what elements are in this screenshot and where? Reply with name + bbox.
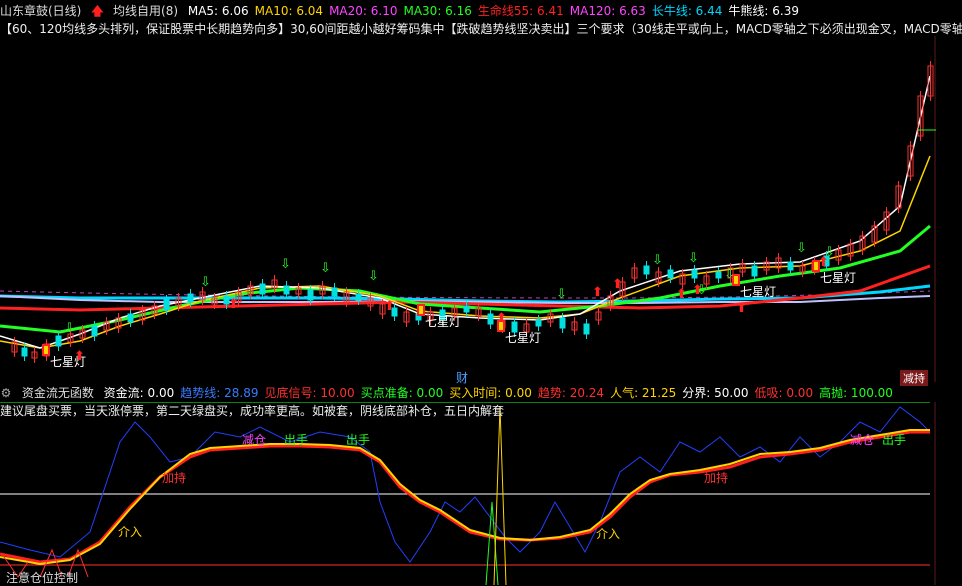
indicator-values: 资金流: 0.00 趋势线: 28.89 见底信号: 10.00 买点准备: 0.00… [104, 386, 899, 400]
up-arrow-icon: ⬆ [228, 297, 239, 312]
candle-body [91, 325, 98, 337]
candle-body [187, 293, 194, 303]
title-bar: 山东章鼓(日线) 🡅 均线自用(8) MA5: 6.06 MA10: 6.04 MA… [0, 2, 811, 18]
signal-marker: 出手 [346, 433, 370, 447]
candle-body [583, 323, 590, 335]
ma-values: MA5: 6.06 MA10: 6.04 MA20: 6.10 MA30: 6.16 生… [188, 4, 805, 18]
ma-value-1: MA10: 6.04 [254, 4, 324, 18]
candle-body [307, 289, 314, 301]
indicator-value-9: 高抛: 100.00 [819, 386, 893, 400]
ma-value-0: MA5: 6.06 [187, 4, 249, 18]
indicator-value-8: 低吸: 0.00 [754, 386, 814, 400]
up-arrow-icon: 🡅 [91, 4, 104, 18]
money-flow-chart[interactable]: 减仓 出手 出手加持介入加持介入减仓 出手 [0, 402, 962, 585]
price-chart[interactable]: 七星灯七星灯七星灯七星灯七星灯⇩⇩⇩ ⇩⇩⇩⇩ ⇩⇩⇩⇩ ⇩⬆⬆ ⬆⬆⬆⬆⬆ ⬆⬆⬆ [0, 36, 962, 382]
signal-marker: 介入 [596, 527, 620, 541]
signal-marker: 减仓 [850, 433, 874, 447]
stock-name[interactable]: 山东章鼓(日线) [0, 4, 81, 18]
down-arrow-icon: ⇩ [200, 275, 211, 290]
candle-body [355, 293, 362, 301]
seven-star-marker-core [44, 346, 48, 354]
candle-body [463, 305, 470, 313]
seven-star-label: 七星灯 [820, 271, 856, 285]
ma-value-4: 生命线55: 6.41 [477, 4, 564, 18]
down-arrow-icon: ⇩ [368, 269, 379, 284]
indicator-header: ⚙ 资金流无函数 资金流: 0.00 趋势线: 28.89 见底信号: 10.00 买… [0, 384, 905, 400]
up-arrow-icon: ⬆ [676, 287, 687, 302]
candle-body [787, 261, 794, 271]
candle-body [691, 269, 698, 279]
candle-body [331, 287, 338, 297]
indicator-value-3: 买点准备: 0.00 [360, 386, 444, 400]
candle-body [55, 335, 62, 347]
down-arrow-icon: ⇩ [64, 321, 75, 336]
down-arrow-icon: ⇩ [688, 251, 699, 266]
down-arrow-icon: ⇩ [724, 267, 735, 282]
seven-star-label: 七星灯 [425, 315, 461, 329]
up-arrow-icon: ⬆ [496, 311, 507, 326]
signal-marker: 出手 [284, 433, 308, 447]
candle-body [667, 269, 674, 279]
candle-body [259, 283, 266, 295]
ma-value-2: MA20: 6.10 [329, 4, 398, 18]
signal-marker: 加持 [704, 470, 728, 485]
signal-marker: 介入 [118, 525, 142, 539]
up-arrow-icon: ⬆ [818, 255, 829, 270]
ma-value-6: 长牛线: 6.44 [651, 4, 723, 18]
candle-body [163, 299, 170, 311]
candle-body [643, 265, 650, 275]
indicator-name[interactable]: 均线自用(8) [113, 4, 178, 18]
candle-body [535, 319, 542, 327]
candle-body [751, 265, 758, 277]
down-arrow-icon: ⇩ [796, 241, 807, 256]
indicator-description: 【60、120均线多头排列，保证股票中长期趋势向多】30,60间距越小越好筹码集… [0, 22, 962, 36]
gear-icon[interactable]: ⚙ [0, 387, 12, 399]
up-arrow-icon: ⬆ [736, 301, 747, 316]
indicator-value-5: 趋势: 20.24 [537, 386, 605, 400]
ma-value-7: 牛熊线: 6.39 [728, 4, 799, 18]
seven-star-label: 七星灯 [740, 285, 776, 299]
up-arrow-icon: ⬆ [74, 349, 85, 364]
down-arrow-icon: ⇩ [280, 257, 291, 272]
seven-star-label: 七星灯 [505, 331, 541, 345]
up-arrow-icon: ⬆ [384, 299, 395, 314]
up-arrow-icon: ⬆ [592, 285, 603, 300]
candle-body [21, 347, 28, 357]
candle-body [283, 285, 290, 295]
advice-text: 建议尾盘买票，当天涨停票，第二天绿盘买，成功率更高。如被套，阴线底部补仓，五日内… [0, 404, 505, 418]
footer-note: 注意仓位控制 [6, 571, 79, 585]
ma-value-5: MA120: 6.63 [569, 4, 646, 18]
indicator-panel-name[interactable]: 资金流无函数 [22, 386, 94, 400]
seven-star-marker-core [419, 306, 423, 314]
candle-body [715, 271, 722, 279]
signal-marker: 出手 [882, 433, 906, 447]
candle-body [487, 313, 494, 325]
candle-body [127, 313, 134, 323]
indicator-value-1: 趋势线: 28.89 [180, 386, 259, 400]
up-arrow-icon: ⬆ [612, 277, 623, 292]
up-arrow-icon: ⬆ [692, 283, 703, 298]
indicator-value-6: 人气: 21.25 [610, 386, 677, 400]
candle-body [559, 317, 566, 329]
signal-marker: 加持 [162, 470, 186, 485]
down-arrow-icon: ⇩ [556, 287, 567, 302]
down-arrow-icon: ⇩ [320, 261, 331, 276]
indicator-value-2: 见底信号: 10.00 [264, 386, 355, 400]
down-arrow-icon: ⇩ [652, 253, 663, 268]
indicator-value-4: 买入时间: 0.00 [449, 386, 532, 400]
ma-value-3: MA30: 6.16 [403, 4, 472, 18]
indicator-value-7: 分界: 50.00 [682, 386, 749, 400]
indicator-value-0: 资金流: 0.00 [103, 386, 175, 400]
signal-marker: 减仓 [242, 433, 266, 447]
